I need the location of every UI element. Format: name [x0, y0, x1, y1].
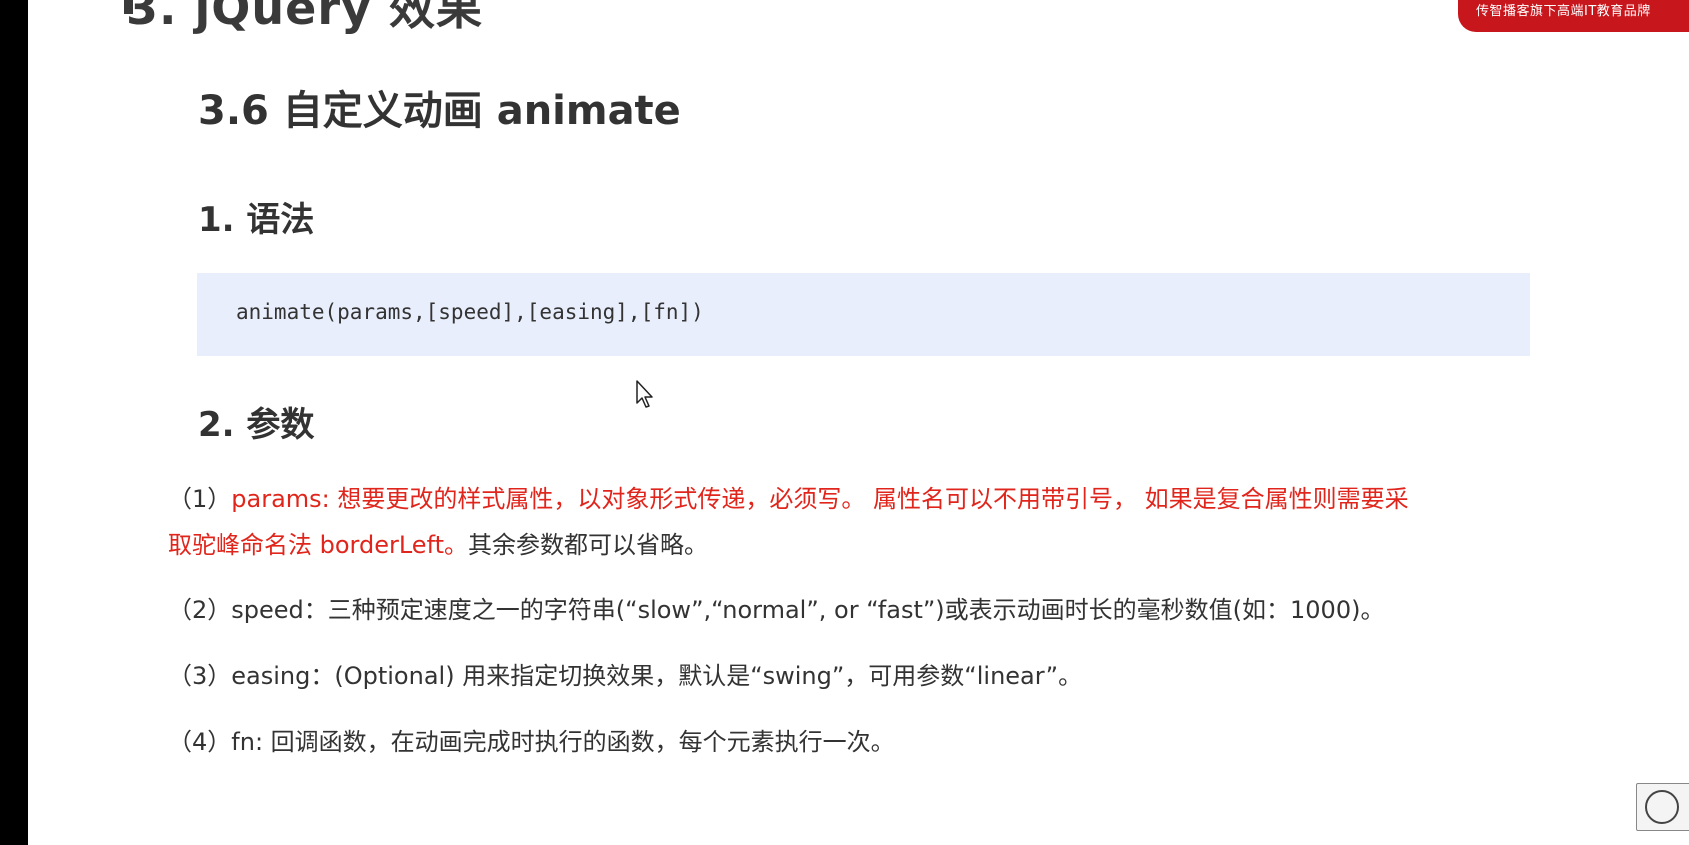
input-method-icon [1645, 790, 1679, 824]
syntax-heading: 1. 语法 [198, 200, 315, 240]
param-desc-red-continued: 取驼峰命名法 borderLeft。 [168, 531, 469, 559]
param-item-params-line2: 取驼峰命名法 borderLeft。其余参数都可以省略。 [168, 522, 708, 569]
param-number: （2） [168, 596, 232, 624]
param-desc: easing：(Optional) 用来指定切换效果，默认是“swing”，可用… [231, 662, 1083, 690]
chapter-title: 3. jQuery 效果 [126, 0, 483, 35]
param-desc-rest: 其余参数都可以省略。 [468, 531, 709, 559]
param-number: （3） [168, 662, 232, 690]
slide: 3. jQuery 效果 传智播客旗下高端IT教育品牌 3.6 自定义动画 an… [28, 0, 1689, 845]
param-item-easing: （3）easing：(Optional) 用来指定切换效果，默认是“swing”… [168, 653, 1082, 700]
brand-text: 传智播客旗下高端IT教育品牌 [1476, 4, 1651, 19]
param-item-params-line1: （1）params: 想要更改的样式属性，以对象形式传递，必须写。 属性名可以不… [168, 476, 1409, 523]
param-desc-red: params: 想要更改的样式属性，以对象形式传递，必须写。 属性名可以不用带引… [231, 485, 1409, 513]
code-block: animate(params,[speed],[easing],[fn]) [197, 273, 1530, 356]
param-desc: fn: 回调函数，在动画完成时执行的函数，每个元素执行一次。 [231, 728, 895, 756]
param-number: （4） [168, 728, 232, 756]
param-desc: speed：三种预定速度之一的字符串(“slow”,“normal”, or “… [231, 596, 1385, 624]
input-method-widget[interactable]: 英 [1636, 783, 1689, 831]
mouse-cursor-icon [636, 380, 653, 408]
section-title: 3.6 自定义动画 animate [198, 88, 681, 134]
param-number: （1） [168, 485, 232, 513]
param-item-fn: （4）fn: 回调函数，在动画完成时执行的函数，每个元素执行一次。 [168, 719, 895, 766]
code-text: animate(params,[speed],[easing],[fn]) [236, 300, 704, 324]
screen: 3. jQuery 效果 传智播客旗下高端IT教育品牌 3.6 自定义动画 an… [0, 0, 1689, 845]
param-item-speed: （2）speed：三种预定速度之一的字符串(“slow”,“normal”, o… [168, 587, 1384, 634]
params-heading: 2. 参数 [198, 405, 315, 445]
